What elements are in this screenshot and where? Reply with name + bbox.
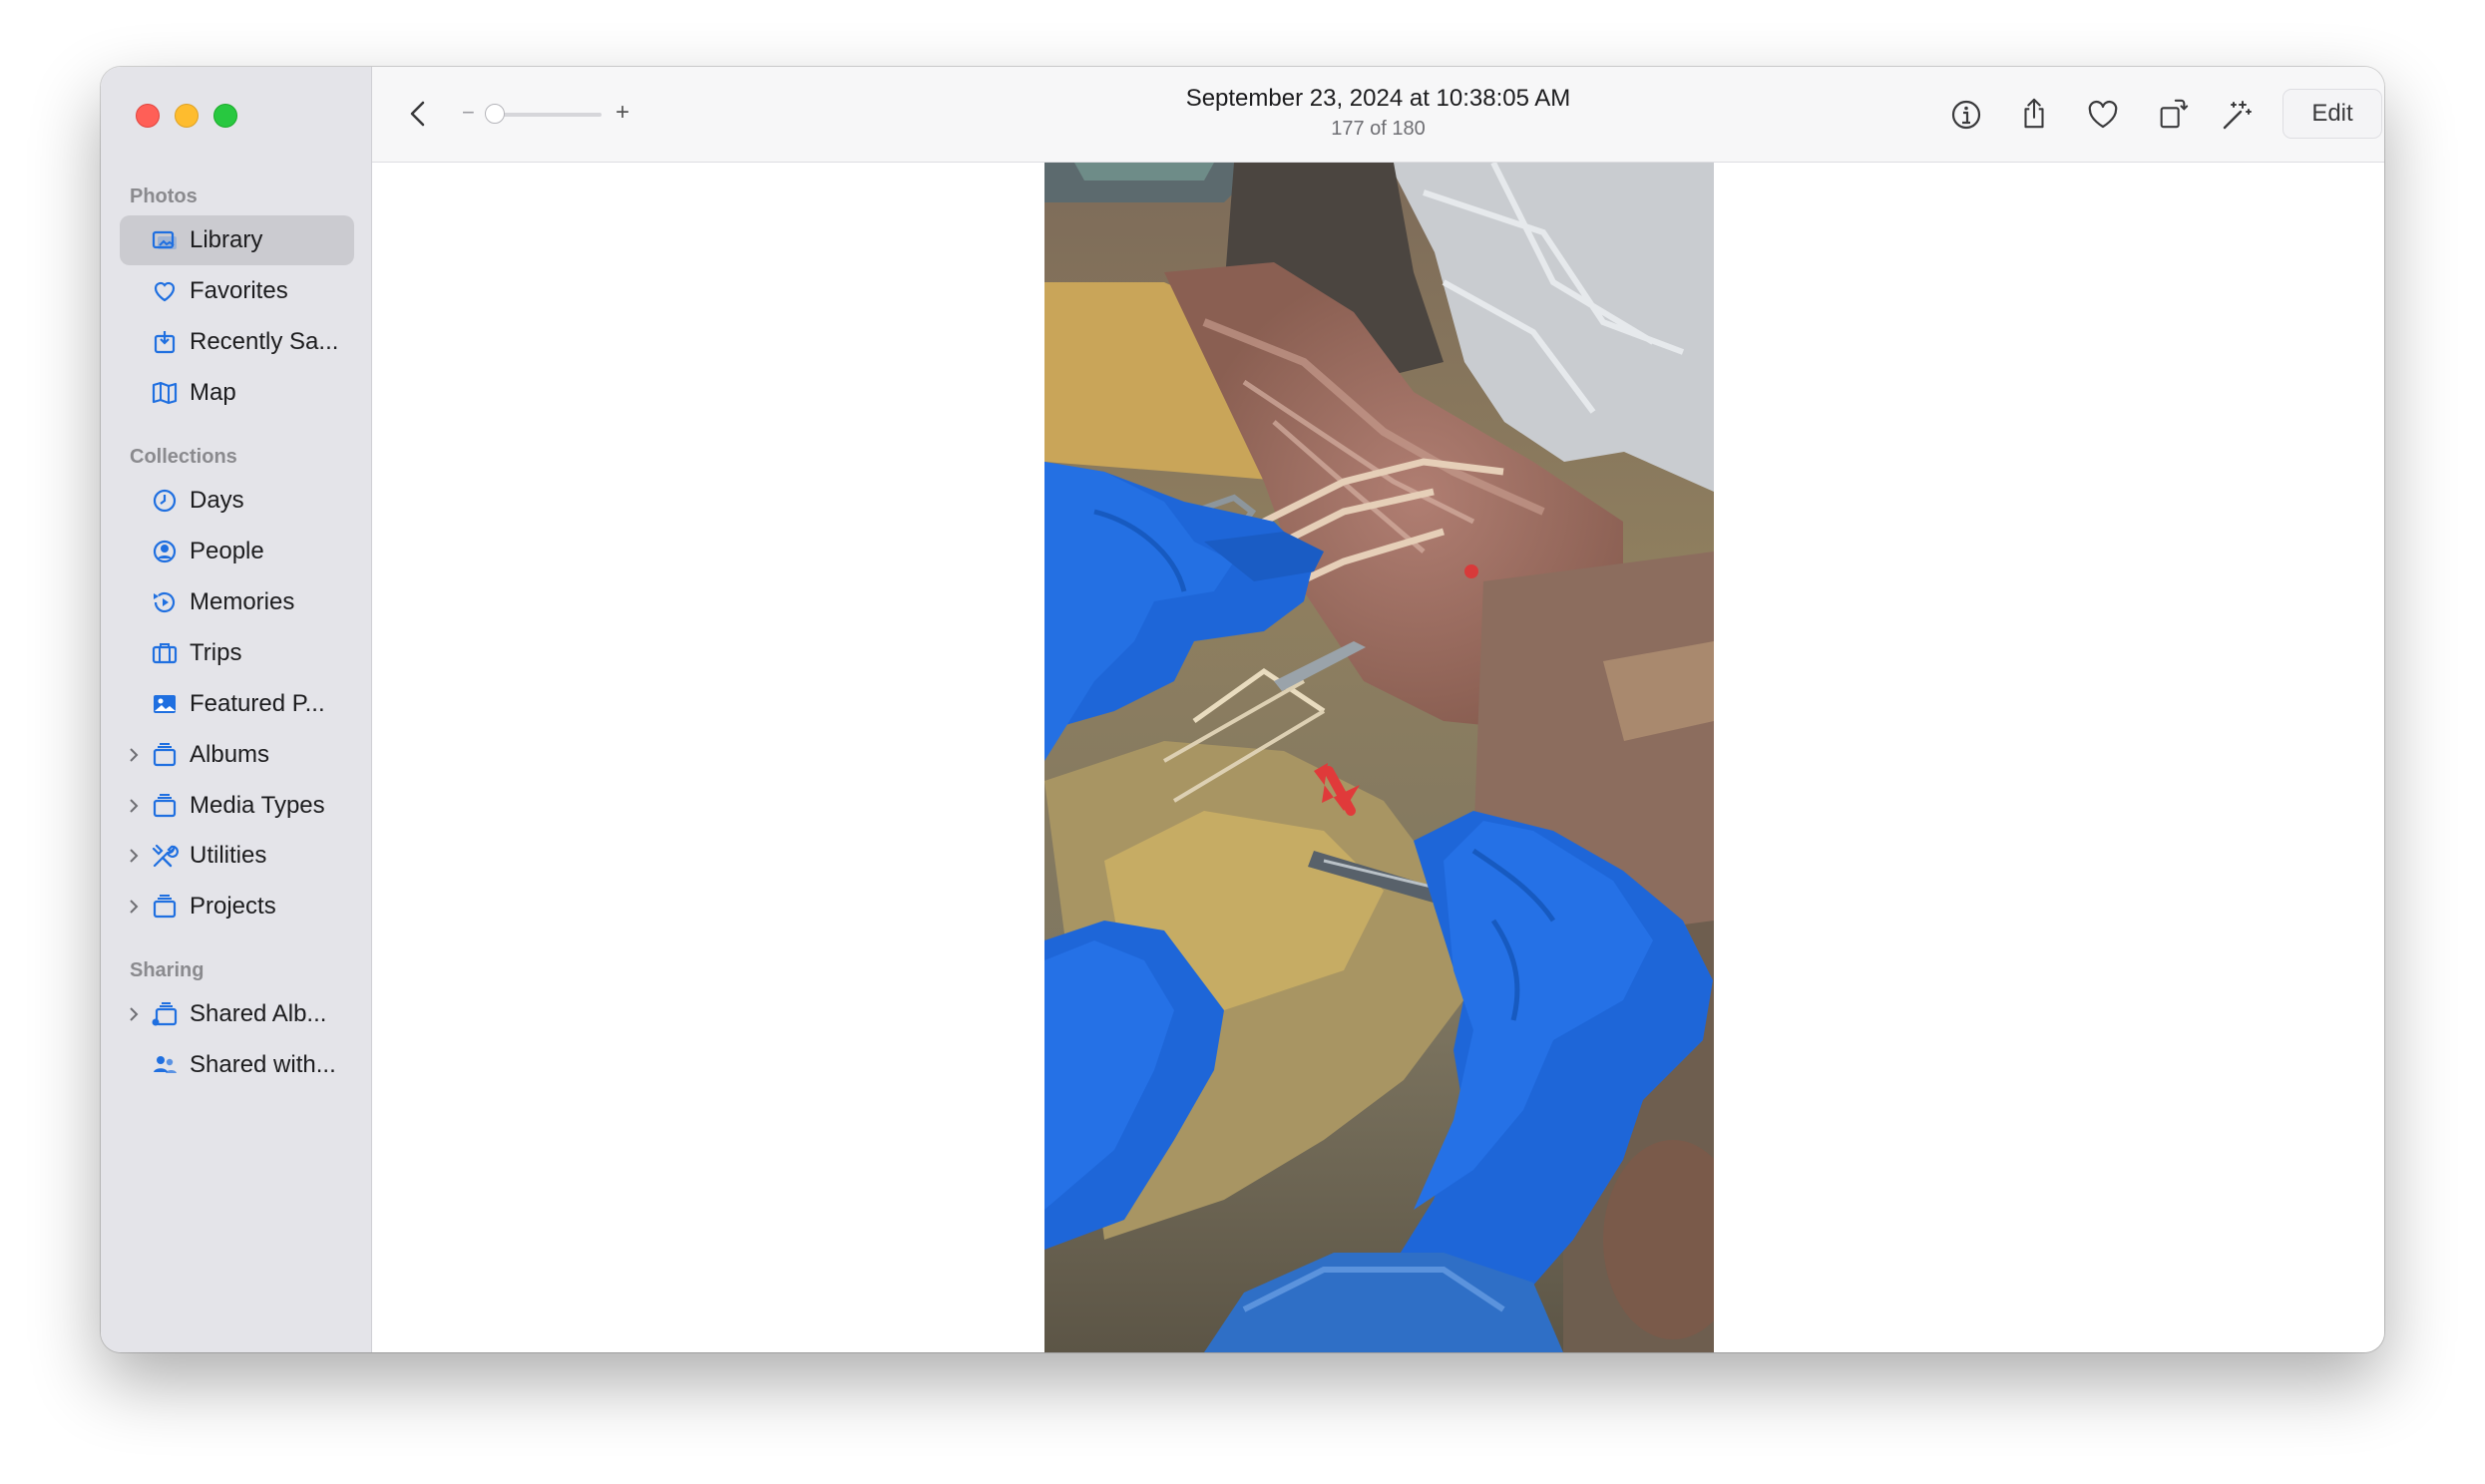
chevron-right-icon[interactable] (126, 798, 142, 814)
dissection-photo[interactable] (1044, 163, 1714, 1352)
sidebar-item-shared-with-you[interactable]: Shared with... (120, 1040, 354, 1090)
share-icon[interactable] (2016, 95, 2052, 133)
shared-people-icon (150, 1050, 180, 1080)
suitcase-icon (150, 638, 180, 668)
section-title-photos: Photos (130, 186, 198, 207)
zoom-slider[interactable] (492, 113, 602, 117)
photo-icon (150, 689, 180, 719)
sidebar-item-label: Favorites (190, 277, 288, 304)
map-icon (150, 378, 180, 408)
tools-icon (150, 841, 180, 871)
sidebar-item-label: Recently Sa... (190, 328, 339, 355)
sidebar-item-media-types[interactable]: Media Types (120, 781, 354, 831)
chevron-right-icon[interactable] (126, 848, 142, 864)
info-icon[interactable] (1948, 97, 1984, 133)
sidebar-item-label: Library (190, 226, 263, 253)
minimize-window-button[interactable] (175, 104, 199, 128)
clock-icon (150, 486, 180, 516)
sidebar-item-featured-photos[interactable]: Featured P... (120, 679, 354, 729)
photo-date-title: September 23, 2024 at 10:38:05 AM (1185, 85, 1571, 112)
sidebar-item-label: Memories (190, 588, 295, 615)
sidebar-item-projects[interactable]: Projects (120, 882, 354, 931)
rotate-icon[interactable] (2155, 95, 2191, 133)
album-stack-icon (150, 791, 180, 821)
sidebar-item-utilities[interactable]: Utilities (120, 831, 354, 881)
sidebar-item-label: Shared with... (190, 1051, 336, 1078)
person-circle-icon (150, 537, 180, 566)
auto-enhance-icon[interactable] (2220, 97, 2256, 133)
photos-window: Photos Library Favorites Recently Sa... … (101, 67, 2384, 1352)
chevron-right-icon[interactable] (126, 1006, 142, 1022)
sidebar-item-label: Projects (190, 893, 276, 920)
heart-icon (150, 276, 180, 306)
close-window-button[interactable] (136, 104, 160, 128)
sidebar-item-people[interactable]: People (120, 527, 354, 576)
sidebar-item-memories[interactable]: Memories (120, 577, 354, 627)
sidebar-item-label: Days (190, 487, 244, 514)
favorite-heart-icon[interactable] (2085, 97, 2121, 133)
sidebar-item-label: Albums (190, 741, 270, 768)
sidebar-item-label: Utilities (190, 842, 267, 869)
photo-viewer (372, 163, 2384, 1352)
sidebar-item-days[interactable]: Days (120, 476, 354, 526)
toolbar: − + September 23, 2024 at 10:38:05 AM 17… (372, 67, 2384, 163)
sidebar-item-label: Media Types (190, 792, 325, 819)
album-stack-icon (150, 892, 180, 922)
library-icon (150, 225, 180, 255)
sidebar-item-label: Featured P... (190, 690, 325, 717)
sidebar-item-label: Shared Alb... (190, 1000, 327, 1027)
window-controls (136, 104, 237, 128)
shared-album-icon (150, 999, 180, 1029)
sidebar-item-library[interactable]: Library (120, 215, 354, 265)
sidebar-item-favorites[interactable]: Favorites (120, 266, 354, 316)
sidebar-item-label: People (190, 538, 264, 564)
chevron-right-icon[interactable] (126, 747, 142, 763)
chevron-right-icon[interactable] (126, 899, 142, 915)
section-title-sharing: Sharing (130, 959, 205, 981)
section-title-collections: Collections (130, 446, 237, 468)
sidebar-item-map[interactable]: Map (120, 368, 354, 418)
album-stack-icon (150, 740, 180, 770)
sidebar-item-trips[interactable]: Trips (120, 628, 354, 678)
sidebar-item-albums[interactable]: Albums (120, 730, 354, 780)
edit-button[interactable]: Edit (2282, 89, 2382, 139)
photo-position-counter: 177 of 180 (1331, 118, 1426, 140)
maximize-window-button[interactable] (213, 104, 237, 128)
sidebar-item-label: Map (190, 379, 236, 406)
memories-icon (150, 587, 180, 617)
sidebar-item-label: Trips (190, 639, 242, 666)
sidebar: Photos Library Favorites Recently Sa... … (101, 67, 372, 1352)
recently-saved-icon (150, 327, 180, 357)
sidebar-item-shared-albums[interactable]: Shared Alb... (120, 989, 354, 1039)
sidebar-item-recently-saved[interactable]: Recently Sa... (120, 317, 354, 367)
